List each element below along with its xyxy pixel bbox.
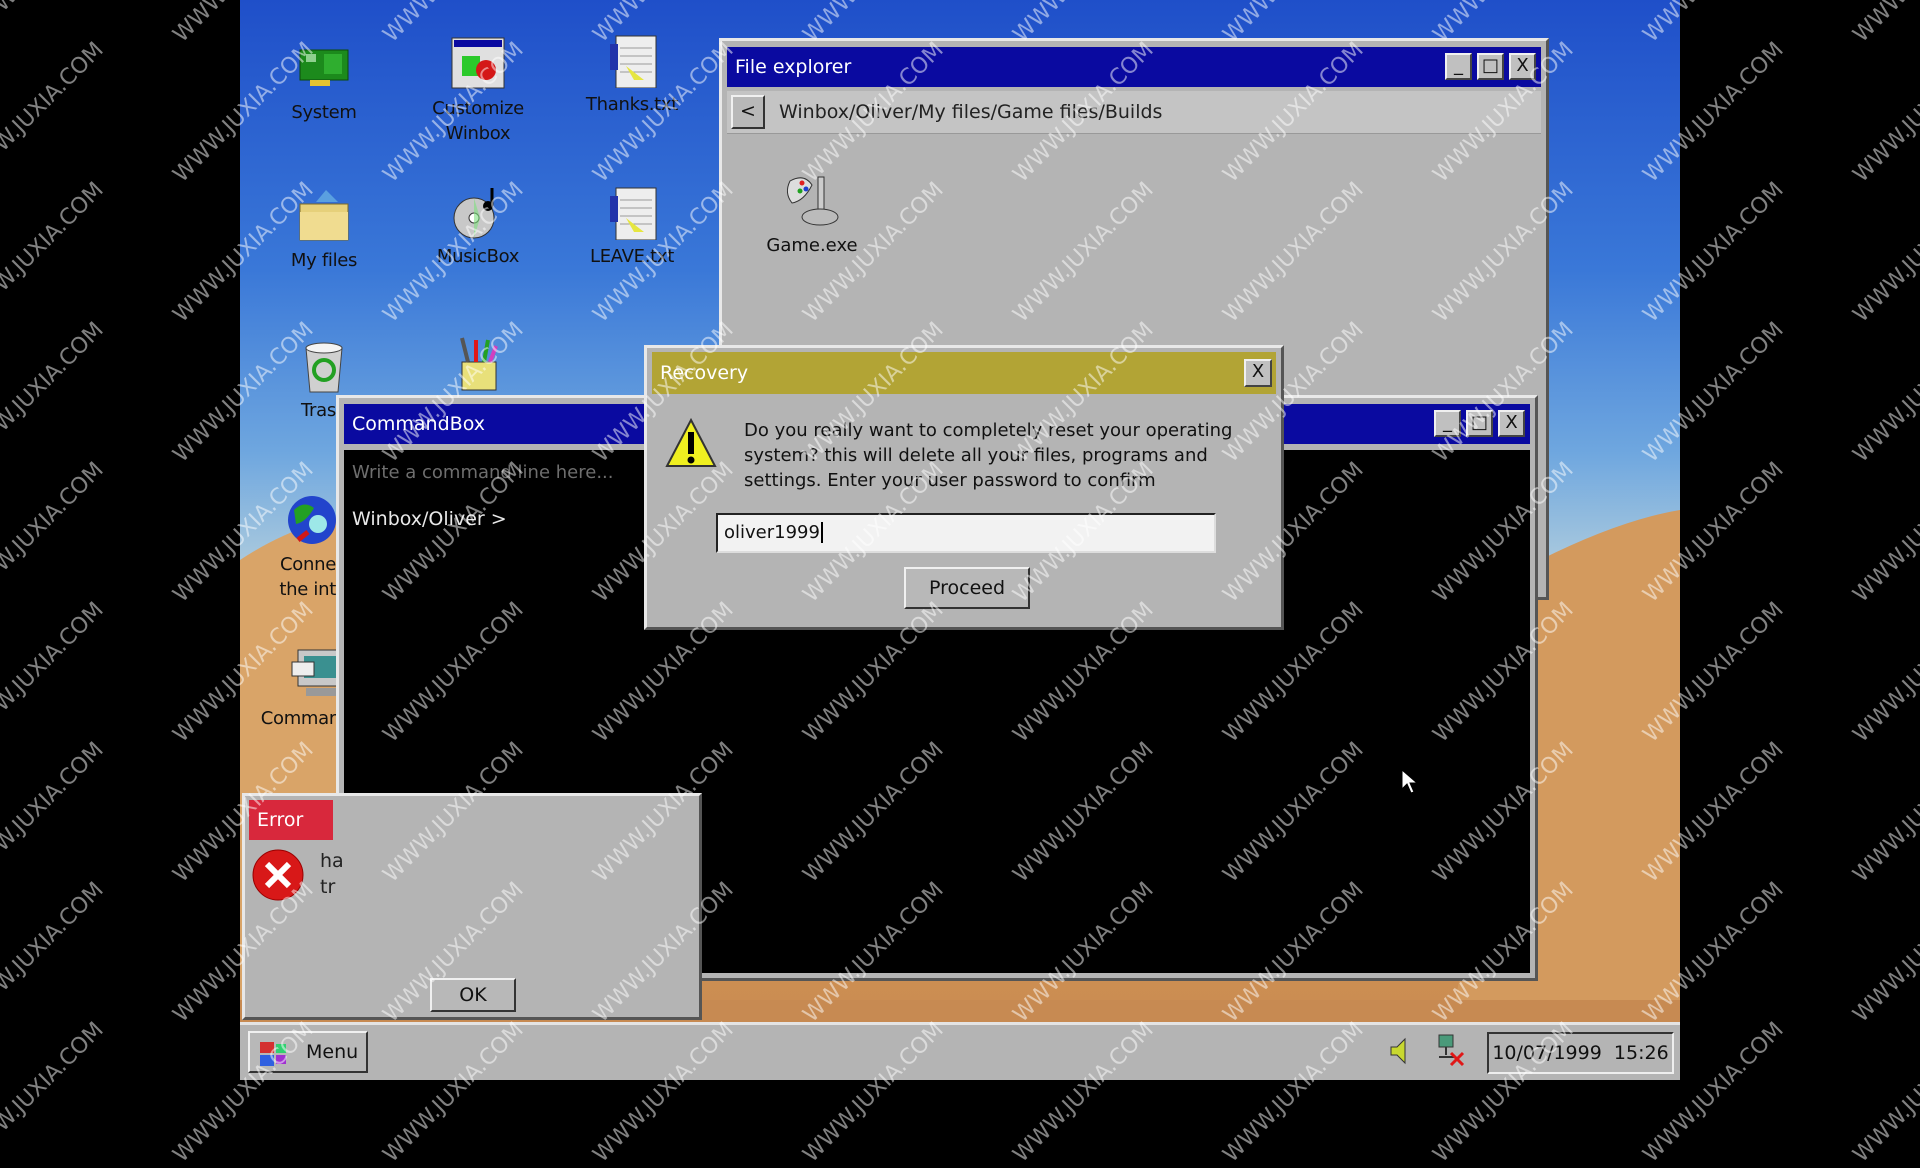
customize-window-icon xyxy=(450,36,506,92)
desktop-icon-leave-txt[interactable]: LEAVE.txt xyxy=(572,184,692,269)
minimize-button[interactable]: _ xyxy=(1434,410,1461,437)
circuit-board-icon xyxy=(296,40,352,96)
start-menu-button[interactable]: Menu xyxy=(248,1031,368,1073)
file-name: Game.exe xyxy=(766,235,858,256)
watermark-text: WWW.JUXIA.COM xyxy=(0,737,109,888)
window-title: CommandBox xyxy=(352,413,485,435)
network-disconnected-icon[interactable] xyxy=(1435,1033,1465,1067)
joystick-icon xyxy=(782,171,842,231)
watermark-text: WWW.JUXIA.COM xyxy=(1848,37,1920,188)
watermark-text: WWW.JUXIA.COM xyxy=(1848,317,1920,468)
watermark-text: WWW.JUXIA.COM xyxy=(1848,177,1920,328)
back-button[interactable]: < xyxy=(731,95,765,129)
error-icon xyxy=(251,848,305,902)
desktop-icon-paint[interactable] xyxy=(418,336,538,396)
proceed-button[interactable]: Proceed xyxy=(904,567,1030,609)
recovery-dialog: Recovery X Do you really want to complet… xyxy=(644,345,1284,630)
desktop: System Customize Winbox Thanks.txt My fi… xyxy=(240,0,1680,1080)
address-bar: < Winbox/Oliver/My files/Game files/Buil… xyxy=(727,91,1541,134)
window-title: Recovery xyxy=(660,362,749,384)
warning-icon xyxy=(663,416,719,472)
error-titlebar[interactable]: Error xyxy=(249,800,333,840)
maximize-button[interactable]: □ xyxy=(1477,53,1504,80)
watermark-text: WWW.JUXIA.COM xyxy=(1848,457,1920,608)
desktop-icon-commandbox[interactable]: Commar xyxy=(240,646,336,731)
watermark-text: WWW.JUXIA.COM xyxy=(0,317,109,468)
watermark-text: WWW.JUXIA.COM xyxy=(0,1017,109,1168)
folder-icon xyxy=(296,188,352,244)
command-input[interactable]: Write a command line here... xyxy=(352,462,614,483)
paint-bucket-icon xyxy=(450,336,506,392)
volume-icon[interactable] xyxy=(1389,1037,1415,1065)
desktop-icon-system[interactable]: System xyxy=(264,40,384,125)
close-button[interactable]: X xyxy=(1244,359,1272,387)
error-message: ha tr xyxy=(320,850,344,898)
watermark-text: WWW.JUXIA.COM xyxy=(0,37,109,188)
desktop-icon-thanks-txt[interactable]: Thanks.txt xyxy=(572,32,692,117)
file-item-game-exe[interactable]: Game.exe xyxy=(762,171,862,256)
maximize-button[interactable]: □ xyxy=(1466,410,1493,437)
watermark-text: WWW.JUXIA.COM xyxy=(1848,877,1920,1028)
watermark-text: WWW.JUXIA.COM xyxy=(0,0,109,48)
error-dialog: Error ha tr OK xyxy=(242,793,702,1020)
close-button[interactable]: X xyxy=(1509,53,1536,80)
desktop-icon-my-files[interactable]: My files xyxy=(264,188,384,273)
mouse-cursor xyxy=(1401,769,1419,794)
watermark-text: WWW.JUXIA.COM xyxy=(0,597,109,748)
password-field[interactable]: oliver1999 xyxy=(716,513,1216,553)
globe-icon xyxy=(284,492,336,548)
menu-label: Menu xyxy=(306,1041,359,1063)
clock-date: 10/07/1999 xyxy=(1492,1042,1602,1064)
desktop-icon-connect-internet[interactable]: Conne the int xyxy=(240,492,336,602)
clock-time: 15:26 xyxy=(1613,1042,1669,1064)
recycle-bin-icon xyxy=(296,338,352,394)
watermark-text: WWW.JUXIA.COM xyxy=(1848,737,1920,888)
watermark-text: WWW.JUXIA.COM xyxy=(0,877,109,1028)
watermark-text: WWW.JUXIA.COM xyxy=(1848,1017,1920,1168)
menu-logo-icon xyxy=(260,1041,292,1066)
clock[interactable]: 10/07/1999 15:26 xyxy=(1487,1032,1674,1074)
cd-music-icon xyxy=(450,184,506,240)
file-explorer-titlebar[interactable]: File explorer _ □ X xyxy=(727,47,1541,87)
recovery-titlebar[interactable]: Recovery X xyxy=(652,352,1276,394)
watermark-text: WWW.JUXIA.COM xyxy=(1849,0,1920,48)
watermark-text: WWW.JUXIA.COM xyxy=(1848,597,1920,748)
window-title: Error xyxy=(257,809,304,831)
notepad-icon xyxy=(604,32,660,89)
close-button[interactable]: X xyxy=(1498,410,1525,437)
notepad-icon xyxy=(604,184,660,241)
path-text: Winbox/Oliver/My files/Game files/Builds xyxy=(779,101,1163,123)
taskbar: Menu 10/07/1999 15:26 xyxy=(240,1022,1680,1080)
desktop-icon-musicbox[interactable]: MusicBox xyxy=(418,184,538,269)
recovery-message: Do you really want to completely reset y… xyxy=(744,420,1233,491)
watermark-text: WWW.JUXIA.COM xyxy=(0,457,109,608)
computer-terminal-icon xyxy=(290,646,336,702)
command-prompt: Winbox/Oliver > xyxy=(352,508,507,530)
watermark-text: WWW.JUXIA.COM xyxy=(0,177,109,328)
desktop-icon-customize-winbox[interactable]: Customize Winbox xyxy=(418,36,538,146)
window-title: File explorer xyxy=(735,56,852,78)
ok-button[interactable]: OK xyxy=(430,978,516,1012)
minimize-button[interactable]: _ xyxy=(1445,53,1472,80)
